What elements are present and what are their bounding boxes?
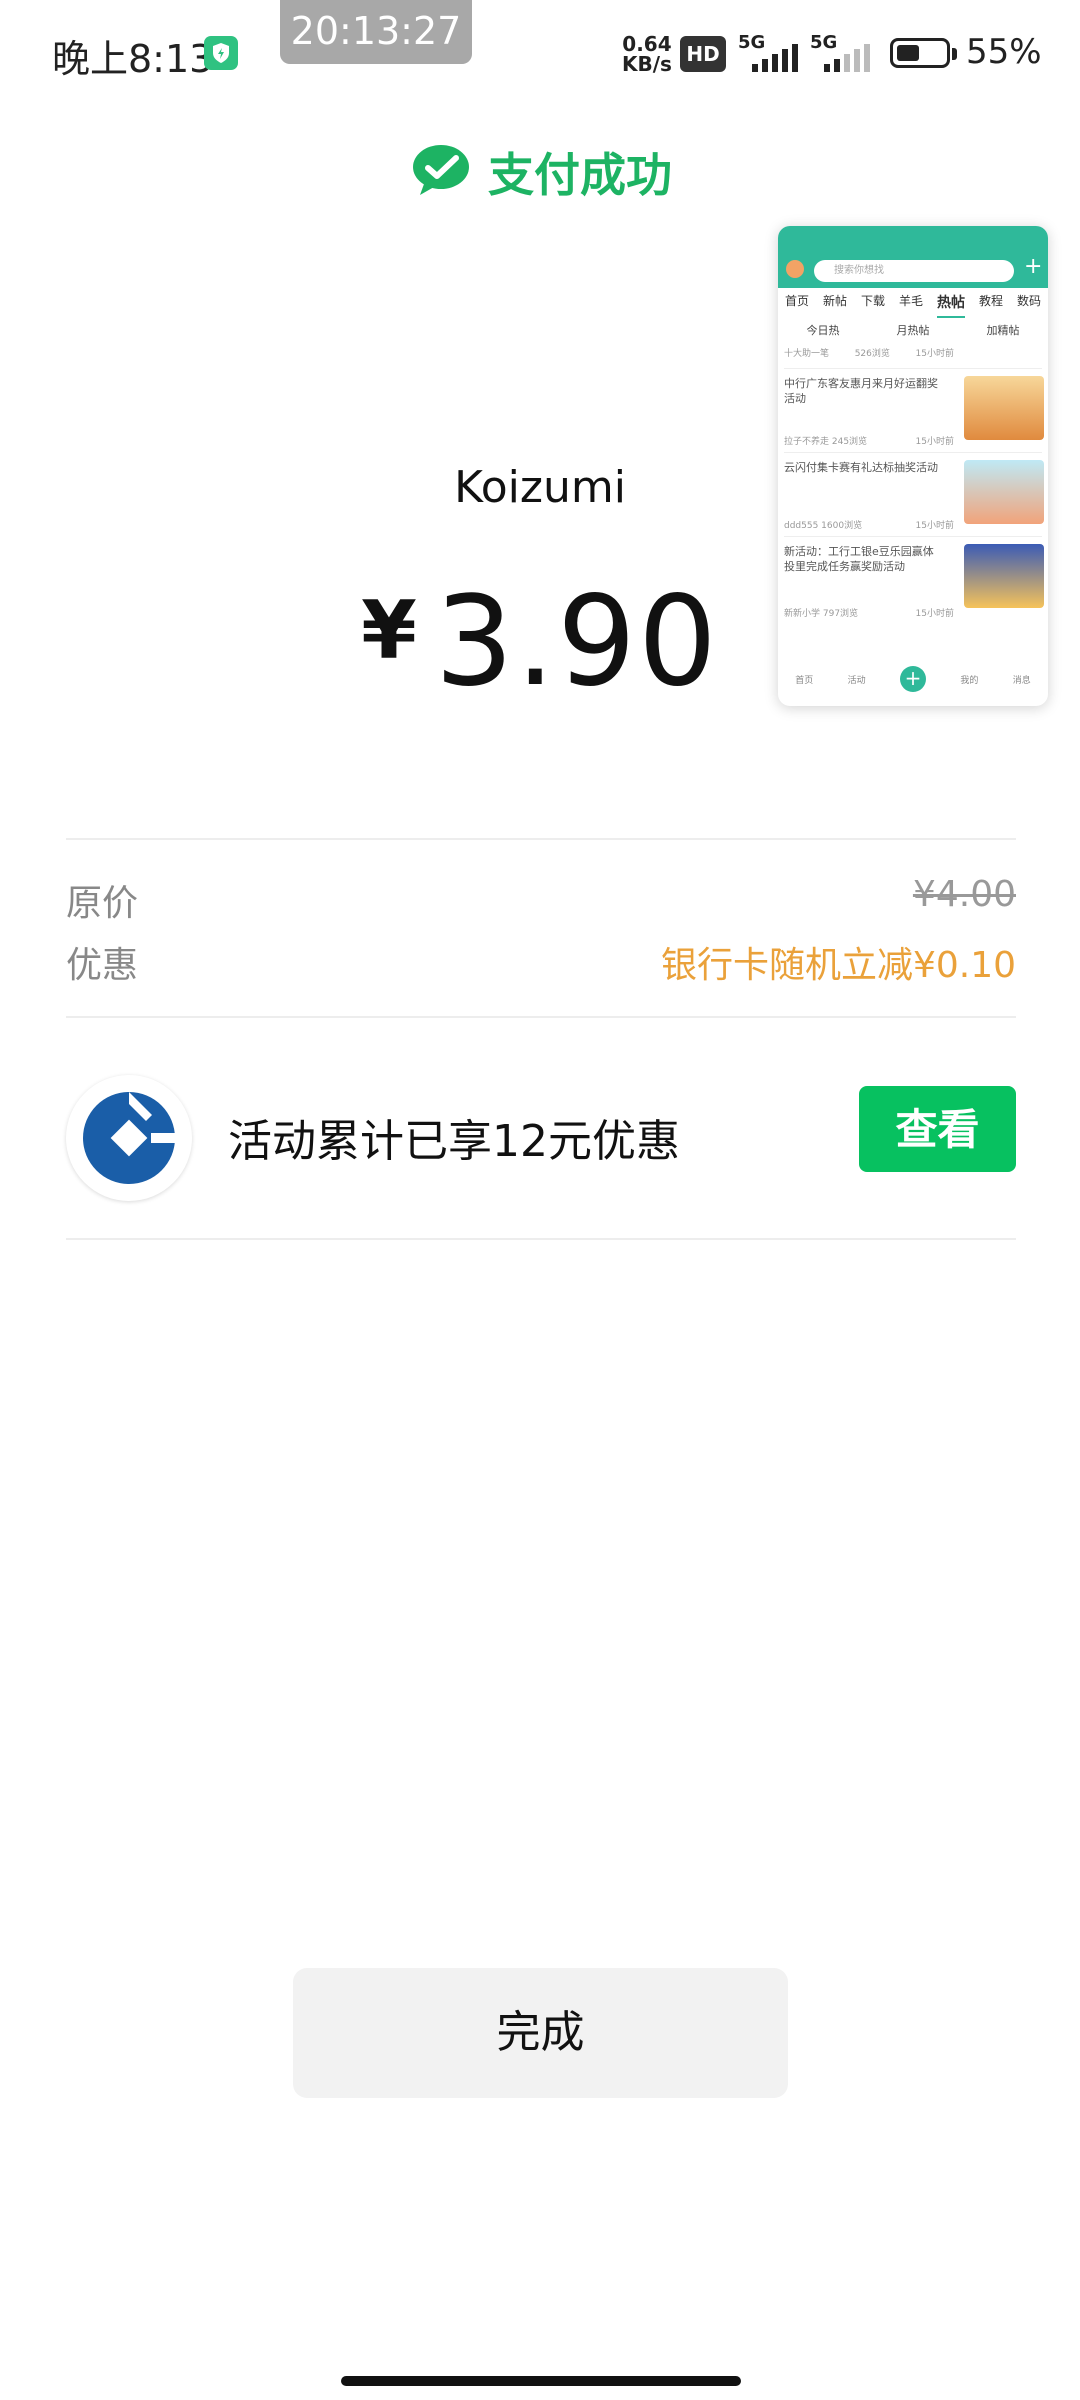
payment-success-header: 支付成功 xyxy=(412,140,672,204)
thumb-avatar xyxy=(786,260,804,278)
divider xyxy=(66,1238,1016,1240)
status-time: 晚上8:13 xyxy=(52,37,214,81)
thumb-tab: 数码 xyxy=(1016,294,1041,308)
divider xyxy=(66,838,1016,840)
thumb-subtabs: 今日热 月热帖 加精帖 xyxy=(778,322,1048,342)
divider xyxy=(66,1016,1016,1018)
signal-2-icon: 5G xyxy=(810,32,876,74)
battery-icon xyxy=(890,38,950,68)
battery-tip xyxy=(952,48,957,60)
ccb-bank-logo-icon xyxy=(66,1075,192,1201)
original-price-label: 原价 xyxy=(66,883,139,924)
thumb-search-input: 搜索你想找 xyxy=(814,260,1014,282)
battery-percent: 55% xyxy=(966,32,1042,72)
thumb-list-item: 新活动：工行工银e豆乐园赢体投里完成任务赢奖励活动 新新小学 797浏览 15小时… xyxy=(784,544,1044,624)
signal-1-icon: 5G xyxy=(738,32,804,74)
home-indicator[interactable] xyxy=(341,2376,741,2386)
screen-record-time: 20:13:27 xyxy=(280,0,472,64)
thumb-image xyxy=(964,544,1044,608)
amount-value: 3.90 xyxy=(434,570,719,714)
original-price-value: ¥4.00 xyxy=(912,874,1016,915)
thumb-nav-item: 消息 xyxy=(1012,675,1031,686)
thumb-nav-item: 活动 xyxy=(847,675,866,686)
discount-label: 优惠 xyxy=(66,945,139,986)
thumb-tab: 下载 xyxy=(860,294,885,308)
currency-symbol: ¥ xyxy=(361,584,417,677)
thumb-nav-item: 我的 xyxy=(960,675,979,686)
thumb-add-icon: + xyxy=(899,666,926,692)
thumb-list-item: 中行广东客友惠月来月好运翻奖活动 拉子不养走 245浏览 15小时前 xyxy=(784,376,1044,447)
thumb-tab: 羊毛 xyxy=(898,294,923,308)
thumb-list-item: 云闪付集卡赛有礼达标抽奖活动 ddd555 1600浏览 15小时前 xyxy=(784,460,1044,531)
thumb-tab: 新帖 xyxy=(822,294,847,308)
shield-icon xyxy=(204,36,238,70)
thumb-tab: 首页 xyxy=(784,294,809,308)
discount-value: 银行卡随机立减¥0.10 xyxy=(660,945,1016,986)
thumb-nav-item: 首页 xyxy=(795,675,814,686)
thumb-tab: 教程 xyxy=(978,294,1003,308)
done-button[interactable]: 完成 xyxy=(293,1968,788,2098)
thumb-list-item: 十大助一笔 526浏览 15小时前 xyxy=(784,349,954,359)
thumb-bottom-nav: 首页 活动 + 我的 消息 xyxy=(778,652,1048,706)
thumb-plus-icon: + xyxy=(1024,254,1043,279)
hd-badge: HD xyxy=(680,36,726,72)
promo-text: 活动累计已享12元优惠 xyxy=(228,1116,680,1167)
thumb-tab-active: 热帖 xyxy=(936,292,965,318)
view-button[interactable]: 查看 xyxy=(859,1086,1016,1172)
thumb-subtab: 今日热 xyxy=(806,324,840,337)
thumb-subtab: 月热帖 xyxy=(896,324,930,337)
recent-app-thumbnail[interactable]: 搜索你想找 + 首页 新帖 下载 羊毛 热帖 教程 数码 今日热 月热帖 加精帖… xyxy=(778,226,1048,706)
net-speed: 0.64 KB/s xyxy=(622,32,672,76)
thumb-tabs: 首页 新帖 下载 羊毛 热帖 教程 数码 xyxy=(778,292,1048,318)
wechat-pay-icon xyxy=(412,144,470,200)
thumb-image xyxy=(964,376,1044,440)
status-bar: 晚上8:13 20:13:27 0.64 KB/s HD 5G 5G 55% xyxy=(0,0,1080,100)
thumb-subtab: 加精帖 xyxy=(986,324,1020,337)
thumb-image xyxy=(964,460,1044,524)
payment-success-title: 支付成功 xyxy=(488,148,672,202)
